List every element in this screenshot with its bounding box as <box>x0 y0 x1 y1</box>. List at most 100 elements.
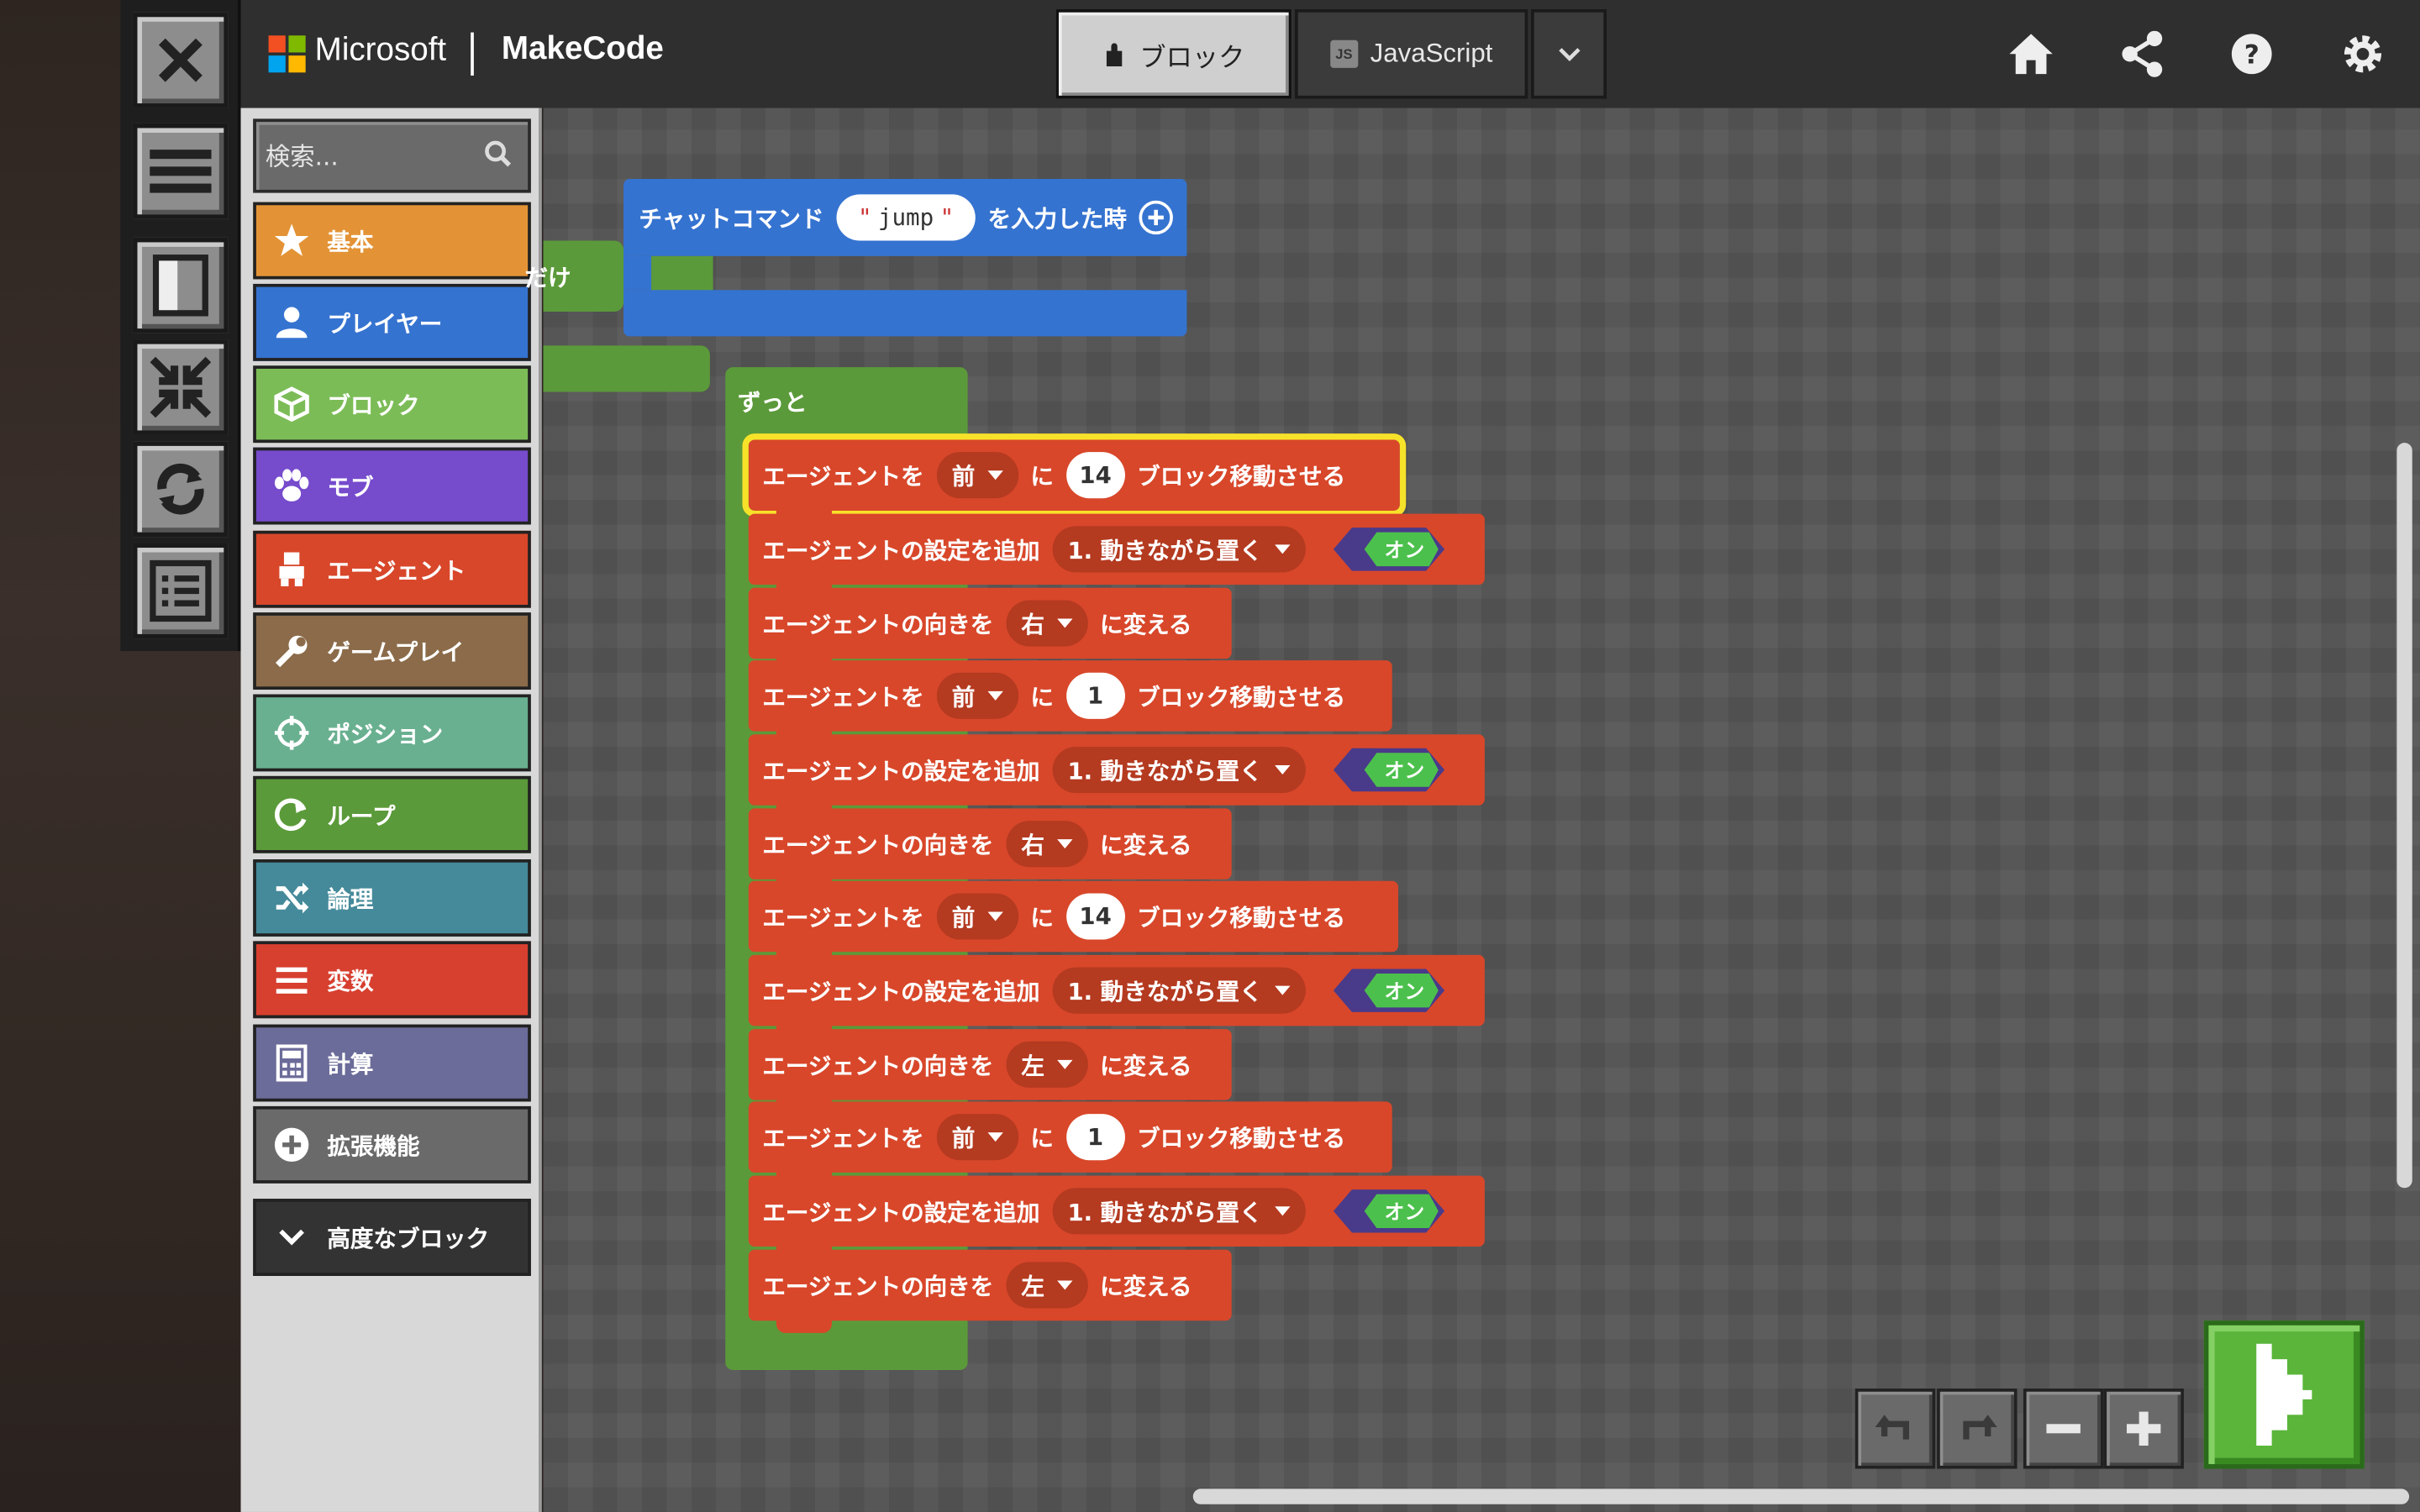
horizontal-scrollbar[interactable] <box>1192 1488 2410 1504</box>
dropdown-value: 右 <box>1021 610 1044 638</box>
direction-dropdown[interactable]: 前 <box>936 893 1018 940</box>
category-position[interactable]: ポジション <box>253 694 531 772</box>
category-player[interactable]: プレイヤー <box>253 283 531 361</box>
category-blocks[interactable]: ブロック <box>253 365 531 444</box>
partial-block[interactable] <box>543 345 710 392</box>
undo-button[interactable] <box>1854 1389 1936 1469</box>
number-field[interactable]: 1 <box>1065 672 1125 719</box>
partial-block[interactable]: だけ <box>524 240 624 312</box>
close-icon[interactable] <box>132 12 229 108</box>
search-input[interactable] <box>265 128 466 184</box>
direction-dropdown[interactable]: 前 <box>936 1114 1018 1161</box>
category-agent[interactable]: エージェント <box>253 530 531 608</box>
on-toggle[interactable]: オン <box>1330 1186 1448 1236</box>
menu-icon[interactable] <box>132 123 229 219</box>
setting-dropdown[interactable]: 1. 動きながら置く <box>1052 746 1306 794</box>
command-string-value: jump <box>877 203 934 232</box>
block-text: ブロック移動させる <box>1137 1124 1346 1152</box>
paw-icon <box>256 469 327 502</box>
block-text: エージェントの向きを <box>762 831 994 859</box>
category-label: ポジション <box>327 719 444 748</box>
list-icon <box>256 963 327 996</box>
advanced-blocks-toggle[interactable]: 高度なブロック <box>253 1199 531 1276</box>
zoom-out-button[interactable] <box>2023 1389 2104 1469</box>
vertical-scrollbar[interactable] <box>2396 443 2412 1189</box>
direction-dropdown[interactable]: 前 <box>936 452 1018 499</box>
setting-dropdown[interactable]: 1. 動きながら置く <box>1052 967 1306 1014</box>
tab-javascript[interactable]: JS JavaScript <box>1294 9 1528 99</box>
agent-move-block[interactable]: エージェントを 前 に 14 ブロック移動させる <box>742 433 1407 523</box>
dropdown-arrow-icon <box>1275 765 1291 775</box>
agent-move-block[interactable]: エージェントを 前 に 1 ブロック移動させる <box>748 1101 1392 1185</box>
category-label: エージェント <box>327 556 466 585</box>
turn-dropdown[interactable]: 左 <box>1005 1262 1088 1309</box>
category-loops[interactable]: ループ <box>253 775 531 853</box>
panel-layout-icon[interactable] <box>132 237 229 333</box>
help-icon[interactable]: ? <box>2221 24 2282 85</box>
brand-makecode[interactable]: MakeCode <box>502 31 664 68</box>
dropdown-value: 右 <box>1021 831 1044 859</box>
toggle-label: オン <box>1385 538 1425 562</box>
microsoft-logo-icon <box>268 35 306 73</box>
direction-dropdown[interactable]: 前 <box>936 672 1018 719</box>
block-text: エージェントを <box>762 462 924 491</box>
category-extensions[interactable]: 拡張機能 <box>253 1105 531 1184</box>
agent-setting-block[interactable]: エージェントの設定を追加 1. 動きながら置く オン <box>748 513 1485 597</box>
search-box[interactable] <box>253 118 531 193</box>
home-icon[interactable] <box>2000 24 2061 85</box>
js-icon: JS <box>1329 39 1358 68</box>
category-basic[interactable]: 基本 <box>253 202 531 280</box>
agent-turn-block[interactable]: エージェントの向きを 右 に変える <box>748 587 1232 671</box>
turn-dropdown[interactable]: 右 <box>1005 821 1088 868</box>
redo-button[interactable] <box>1937 1389 2018 1469</box>
dropdown-value: 1. 動きながら置く <box>1067 1198 1263 1226</box>
tab-blocks[interactable]: ブロック <box>1055 9 1292 99</box>
plus-circle-icon <box>256 1126 327 1163</box>
agent-setting-block[interactable]: エージェントの設定を追加 1. 動きながら置く オン <box>748 734 1485 818</box>
agent-move-block[interactable]: エージェントを 前 に 14 ブロック移動させる <box>748 880 1399 964</box>
wrench-icon <box>256 633 327 669</box>
language-dropdown[interactable] <box>1531 9 1607 99</box>
number-field[interactable]: 14 <box>1065 452 1125 499</box>
block-text: ブロック移動させる <box>1137 903 1346 932</box>
agent-setting-block[interactable]: エージェントの設定を追加 1. 動きながら置く オン <box>748 954 1485 1039</box>
agent-turn-block[interactable]: エージェントの向きを 左 に変える <box>748 1029 1232 1113</box>
category-mobs[interactable]: モブ <box>253 447 531 525</box>
on-toggle[interactable]: オン <box>1330 745 1448 795</box>
agent-turn-block[interactable]: エージェントの向きを 右 に変える <box>748 808 1232 892</box>
command-string-field[interactable]: " jump " <box>836 194 976 241</box>
category-logic[interactable]: 論理 <box>253 859 531 937</box>
agent-setting-block[interactable]: エージェントの設定を追加 1. 動きながら置く オン <box>748 1175 1485 1259</box>
on-toggle[interactable]: オン <box>1330 966 1448 1016</box>
turn-dropdown[interactable]: 左 <box>1005 1041 1088 1088</box>
agent-turn-block[interactable]: エージェントの向きを 左 に変える <box>748 1249 1232 1333</box>
toggle-label: オン <box>1385 979 1425 1003</box>
on-toggle[interactable]: オン <box>1330 524 1448 574</box>
quote-open-icon: " <box>857 203 872 232</box>
number-field[interactable]: 1 <box>1065 1114 1125 1161</box>
search-icon[interactable] <box>485 140 513 168</box>
editor-side-toolbar <box>120 0 241 652</box>
number-field[interactable]: 14 <box>1065 893 1125 940</box>
agent-move-block[interactable]: エージェントを 前 に 1 ブロック移動させる <box>748 660 1392 744</box>
event-block-footer <box>623 290 1187 337</box>
block-connector <box>776 1317 832 1333</box>
chat-command-event-block[interactable]: チャットコマンド " jump " を入力した時 <box>623 179 1187 256</box>
category-gameplay[interactable]: ゲームプレイ <box>253 612 531 690</box>
dropdown-value: 前 <box>951 682 976 711</box>
redo-icon <box>1963 1415 1997 1440</box>
share-icon[interactable] <box>2112 24 2173 85</box>
collapse-icon[interactable] <box>132 339 229 435</box>
settings-icon[interactable] <box>2332 24 2393 85</box>
setting-dropdown[interactable]: 1. 動きながら置く <box>1052 1188 1306 1235</box>
list-view-icon[interactable] <box>132 543 229 639</box>
partial-block-label: だけ <box>524 263 571 291</box>
add-parameter-icon[interactable] <box>1139 200 1174 235</box>
turn-dropdown[interactable]: 右 <box>1005 600 1088 647</box>
category-math[interactable]: 計算 <box>253 1024 531 1102</box>
category-variables[interactable]: 変数 <box>253 941 531 1019</box>
run-button[interactable] <box>2203 1320 2365 1469</box>
setting-dropdown[interactable]: 1. 動きながら置く <box>1052 526 1306 573</box>
refresh-icon[interactable] <box>132 441 229 538</box>
zoom-in-button[interactable] <box>2103 1389 2184 1469</box>
